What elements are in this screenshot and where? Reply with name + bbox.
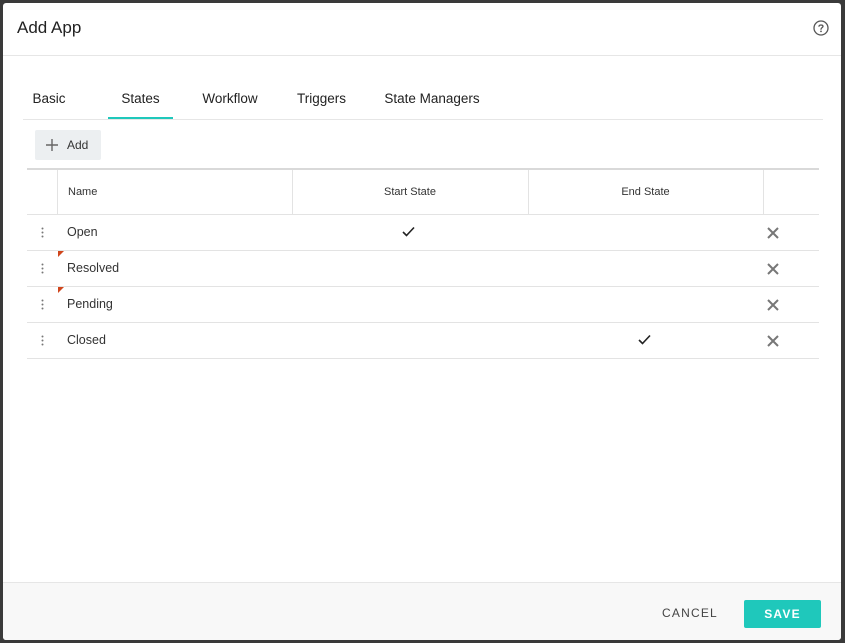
table-row[interactable]: Closed [27, 323, 819, 359]
column-header-name[interactable]: Name [57, 170, 292, 214]
table-row[interactable]: Pending [27, 287, 819, 323]
save-button[interactable]: SAVE [744, 600, 821, 628]
drag-handle-icon[interactable] [41, 263, 44, 274]
dialog-title: Add App [17, 18, 82, 37]
add-app-dialog: Add App Basic States Workflow Triggers S… [3, 3, 841, 640]
cancel-button[interactable]: CANCEL [658, 601, 722, 625]
dialog-footer: CANCEL SAVE [3, 582, 841, 640]
column-header-end-state[interactable]: End State [528, 170, 763, 214]
state-name[interactable]: Resolved [67, 261, 119, 275]
add-state-button[interactable]: Add [35, 130, 101, 160]
help-circle-icon[interactable] [813, 20, 829, 36]
tab-basic[interactable]: Basic [23, 79, 75, 119]
states-grid: Name Start State End State Open Resolved… [27, 168, 819, 359]
tab-workflow[interactable]: Workflow [199, 79, 261, 119]
table-row[interactable]: Open [27, 215, 819, 251]
drag-handle-icon[interactable] [41, 335, 44, 346]
state-name[interactable]: Closed [67, 333, 106, 347]
tab-bar: Basic States Workflow Triggers State Man… [23, 79, 823, 120]
plus-icon [46, 139, 58, 151]
checkmark-icon[interactable] [638, 334, 651, 345]
table-row[interactable]: Resolved [27, 251, 819, 287]
tab-triggers[interactable]: Triggers [293, 79, 350, 119]
column-header-start-state[interactable]: Start State [292, 170, 528, 214]
tab-states[interactable]: States [108, 79, 173, 119]
checkmark-icon[interactable] [402, 226, 415, 237]
tab-state-managers[interactable]: State Managers [383, 79, 481, 119]
state-name[interactable]: Pending [67, 297, 113, 311]
delete-row-icon[interactable] [767, 335, 779, 347]
drag-handle-icon[interactable] [41, 299, 44, 310]
delete-row-icon[interactable] [767, 227, 779, 239]
add-button-label: Add [67, 138, 89, 152]
state-name[interactable]: Open [67, 225, 98, 239]
grid-header: Name Start State End State [27, 168, 819, 215]
dialog-header: Add App [3, 3, 841, 56]
delete-row-icon[interactable] [767, 299, 779, 311]
delete-row-icon[interactable] [767, 263, 779, 275]
modified-flag [58, 287, 64, 293]
modified-flag [58, 251, 64, 257]
drag-handle-icon[interactable] [41, 227, 44, 238]
